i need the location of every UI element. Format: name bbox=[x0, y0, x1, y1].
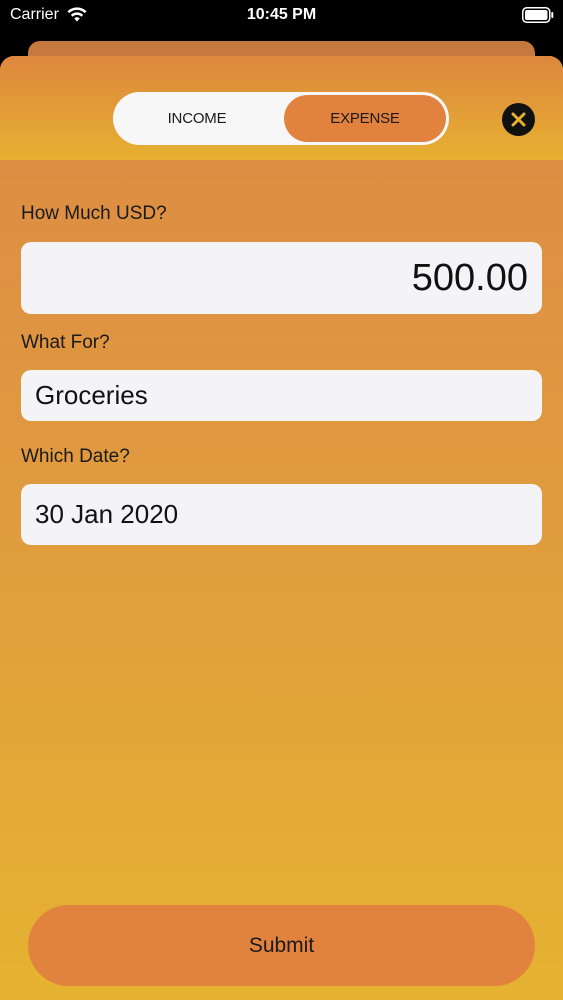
income-option[interactable]: INCOME bbox=[113, 92, 281, 145]
submit-button[interactable]: Submit bbox=[28, 905, 535, 986]
close-icon bbox=[511, 112, 526, 127]
battery-icon bbox=[522, 7, 554, 23]
status-bar: Carrier 10:45 PM bbox=[0, 0, 563, 30]
income-expense-toggle: INCOME EXPENSE bbox=[113, 92, 449, 145]
expense-option[interactable]: EXPENSE bbox=[284, 95, 446, 142]
add-transaction-sheet: INCOME EXPENSE How Much USD? 500.00 What… bbox=[0, 56, 563, 1000]
status-time: 10:45 PM bbox=[246, 6, 317, 23]
what-for-label: What For? bbox=[21, 332, 110, 353]
amount-field[interactable]: 500.00 bbox=[21, 242, 542, 314]
sheet-header: INCOME EXPENSE bbox=[0, 56, 563, 160]
amount-label: How Much USD? bbox=[21, 203, 167, 224]
date-label: Which Date? bbox=[21, 446, 130, 467]
close-button[interactable] bbox=[502, 103, 535, 136]
date-field[interactable]: 30 Jan 2020 bbox=[21, 484, 542, 545]
screen: Carrier 10:45 PM INCOME EXPENSE How Much… bbox=[0, 0, 563, 1000]
what-for-field[interactable]: Groceries bbox=[21, 370, 542, 421]
